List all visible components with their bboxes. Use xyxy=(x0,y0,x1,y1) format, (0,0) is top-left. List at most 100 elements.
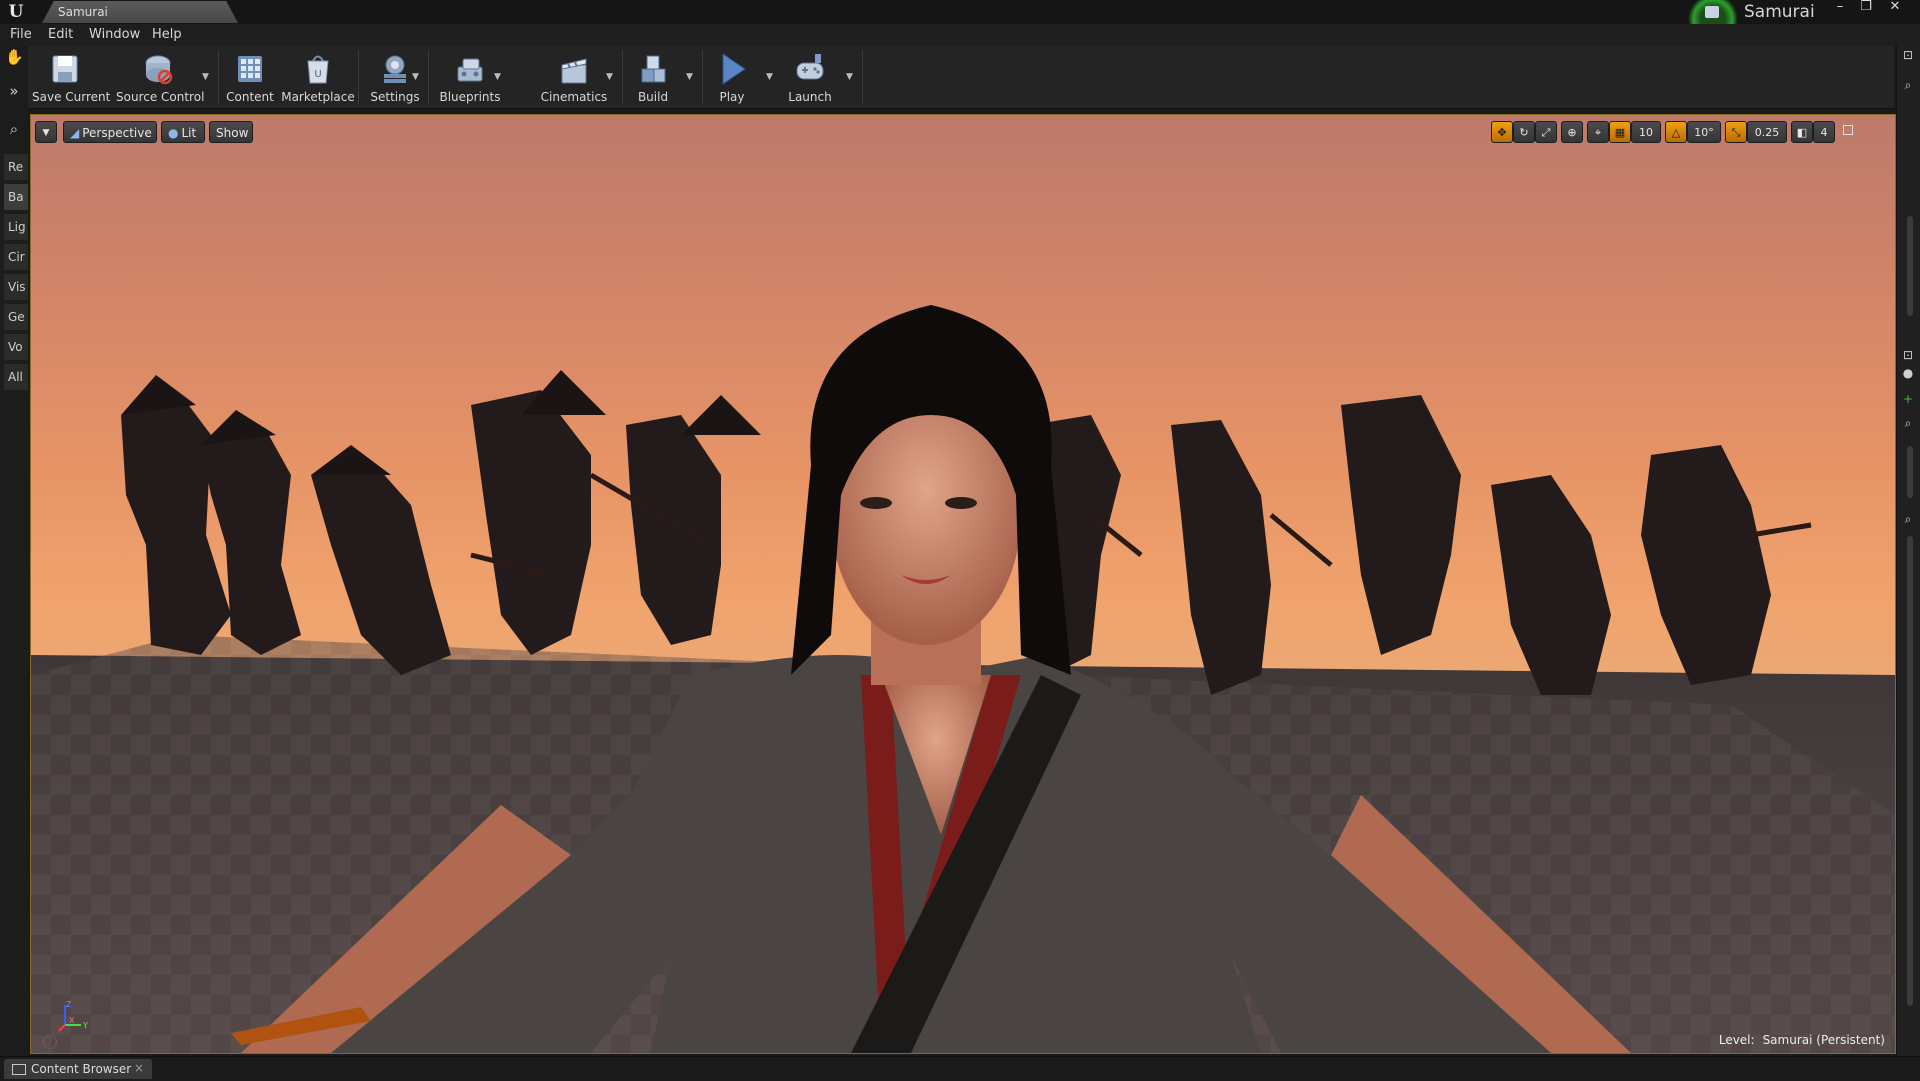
lit-label: Lit xyxy=(181,126,197,140)
project-name: Samurai xyxy=(1744,2,1815,22)
show-button[interactable]: Show xyxy=(209,121,253,143)
maximize-viewport-icon[interactable] xyxy=(1843,125,1853,135)
main-toolbar: Save Current Source Control ▼ Content U xyxy=(28,46,1894,109)
svg-text:U: U xyxy=(314,69,321,80)
details-search-icon[interactable]: ⌕ xyxy=(1901,512,1915,526)
build-dropdown-icon[interactable]: ▼ xyxy=(686,72,693,82)
maximize-icon[interactable]: ❐ xyxy=(1855,0,1877,16)
source-control-dropdown-icon[interactable]: ▼ xyxy=(202,72,209,82)
mode-tab-basic[interactable]: Ba xyxy=(4,184,28,210)
camera-speed-icon[interactable]: ◧ xyxy=(1791,121,1813,143)
launch-button[interactable]: Launch xyxy=(782,48,838,106)
build-label: Build xyxy=(637,90,669,104)
panel-search-icon-2[interactable]: ⌕ xyxy=(1901,416,1915,430)
place-actors-icon[interactable]: ⌕ xyxy=(5,120,23,138)
show-label: Show xyxy=(216,126,249,140)
level-viewport[interactable]: ▼ ◢ Perspective ● Lit Show ✥ ↻ ⤢ ⊕ ⌖ ▦ 10 … xyxy=(30,114,1896,1054)
world-local-toggle-icon[interactable]: ⊕ xyxy=(1561,121,1583,143)
source-control-icon xyxy=(145,55,173,85)
rotation-snap-toggle-icon[interactable]: △ xyxy=(1665,121,1687,143)
perspective-icon: ◢ xyxy=(70,126,80,140)
play-icon xyxy=(722,53,746,85)
save-current-label: Save Current xyxy=(32,90,111,104)
content-browser-tab[interactable]: Content Browser × xyxy=(4,1059,152,1079)
content-label: Content xyxy=(226,90,274,104)
panel-search-icon[interactable]: ⌕ xyxy=(1901,78,1915,92)
translate-tool-icon[interactable]: ✥ xyxy=(1491,121,1513,143)
content-grid-icon xyxy=(238,56,262,82)
perspective-button[interactable]: ◢ Perspective xyxy=(63,121,157,143)
expand-chevrons-icon[interactable]: » xyxy=(5,82,23,100)
level-indicator: Level: Samurai (Persistent) xyxy=(1719,1033,1885,1047)
cinematics-dropdown-icon[interactable]: ▼ xyxy=(606,72,613,82)
scale-tool-icon[interactable]: ⤢ xyxy=(1535,121,1557,143)
scale-snap-toggle-icon[interactable]: ⤡ xyxy=(1725,121,1747,143)
content-button[interactable]: Content xyxy=(222,48,278,106)
scale-snap-value[interactable]: 0.25 xyxy=(1747,121,1787,143)
details-scrollbar-main[interactable] xyxy=(1907,536,1913,1006)
save-icon xyxy=(52,55,78,83)
panel-lock-icon[interactable]: ⊡ xyxy=(1901,348,1915,362)
add-component-icon[interactable]: + xyxy=(1901,392,1915,406)
play-button[interactable]: Play xyxy=(708,48,756,106)
title-bar: U Samurai Samurai – ❐ ✕ xyxy=(0,0,1920,44)
settings-label: Settings xyxy=(370,90,420,104)
grid-snap-value[interactable]: 10 xyxy=(1631,121,1661,143)
toolbar-separator xyxy=(218,50,219,104)
launch-dropdown-icon[interactable]: ▼ xyxy=(846,72,853,82)
menu-window[interactable]: Window xyxy=(89,27,140,42)
build-button[interactable]: Build xyxy=(628,48,678,106)
close-tab-icon[interactable]: × xyxy=(134,1061,144,1075)
blueprints-label: Blueprints xyxy=(439,90,501,104)
mode-tab-cinematic[interactable]: Cir xyxy=(4,244,28,270)
camera-speed-value[interactable]: 4 xyxy=(1813,121,1835,143)
level-name: Samurai (Persistent) xyxy=(1762,1033,1885,1047)
axis-gizmo: Z X Y xyxy=(58,1000,88,1032)
source-control-button[interactable]: Source Control xyxy=(116,48,204,106)
blueprints-dropdown-icon[interactable]: ▼ xyxy=(494,72,501,82)
launch-label: Launch xyxy=(788,90,832,104)
marketplace-button[interactable]: U Marketplace xyxy=(280,48,356,106)
play-dropdown-icon[interactable]: ▼ xyxy=(766,72,773,82)
rotation-snap-value[interactable]: 10° xyxy=(1687,121,1721,143)
modes-hand-icon[interactable]: ✋ xyxy=(5,48,24,66)
cinematics-button[interactable]: Cinematics xyxy=(534,48,614,106)
document-tab-label: Samurai xyxy=(58,5,108,19)
mode-tab-recent[interactable]: Re xyxy=(4,154,28,180)
menu-help[interactable]: Help xyxy=(152,27,182,42)
mode-tab-lights[interactable]: Lig xyxy=(4,214,28,240)
toolbar-separator xyxy=(862,50,863,104)
rotate-tool-icon[interactable]: ↻ xyxy=(1513,121,1535,143)
save-current-button[interactable]: Save Current xyxy=(32,48,111,106)
mode-tab-geometry[interactable]: Ge xyxy=(4,304,28,330)
axis-x-label: X xyxy=(69,1016,75,1025)
play-label: Play xyxy=(719,90,745,104)
bottom-dock: Content Browser × xyxy=(0,1056,1920,1081)
surface-snap-icon[interactable]: ⌖ xyxy=(1587,121,1609,143)
marketplace-bag-icon: U xyxy=(307,55,329,84)
outliner-scrollbar[interactable] xyxy=(1907,216,1913,316)
menu-file[interactable]: File xyxy=(10,27,32,42)
unreal-logo-icon[interactable]: U xyxy=(6,2,26,22)
help-icon[interactable]: ? xyxy=(43,1035,57,1049)
viewport-options-dropdown[interactable]: ▼ xyxy=(35,121,57,143)
details-scrollbar[interactable] xyxy=(1907,446,1913,498)
close-icon[interactable]: ✕ xyxy=(1884,0,1906,16)
lit-sphere-icon: ● xyxy=(168,126,179,140)
document-tab[interactable]: Samurai xyxy=(42,1,238,23)
minimize-icon[interactable]: – xyxy=(1829,0,1851,16)
chevron-down-icon: ▼ xyxy=(42,128,50,138)
viewport-scene-render[interactable] xyxy=(31,115,1895,1053)
panel-sphere-icon[interactable]: ● xyxy=(1901,366,1915,380)
settings-dropdown-icon[interactable]: ▼ xyxy=(412,72,419,82)
axis-y-label: Y xyxy=(82,1021,88,1030)
lit-button[interactable]: ● Lit xyxy=(161,121,205,143)
panel-pin-icon[interactable]: ⊡ xyxy=(1901,48,1915,62)
mode-tab-all-classes[interactable]: All xyxy=(4,364,28,390)
menu-edit[interactable]: Edit xyxy=(48,27,73,42)
mode-tab-volumes[interactable]: Vo xyxy=(4,334,28,360)
settings-gear-icon xyxy=(384,55,406,83)
mode-tab-visual-effects[interactable]: Vis xyxy=(4,274,28,300)
grid-snap-toggle-icon[interactable]: ▦ xyxy=(1609,121,1631,143)
blueprints-icon xyxy=(457,58,483,82)
